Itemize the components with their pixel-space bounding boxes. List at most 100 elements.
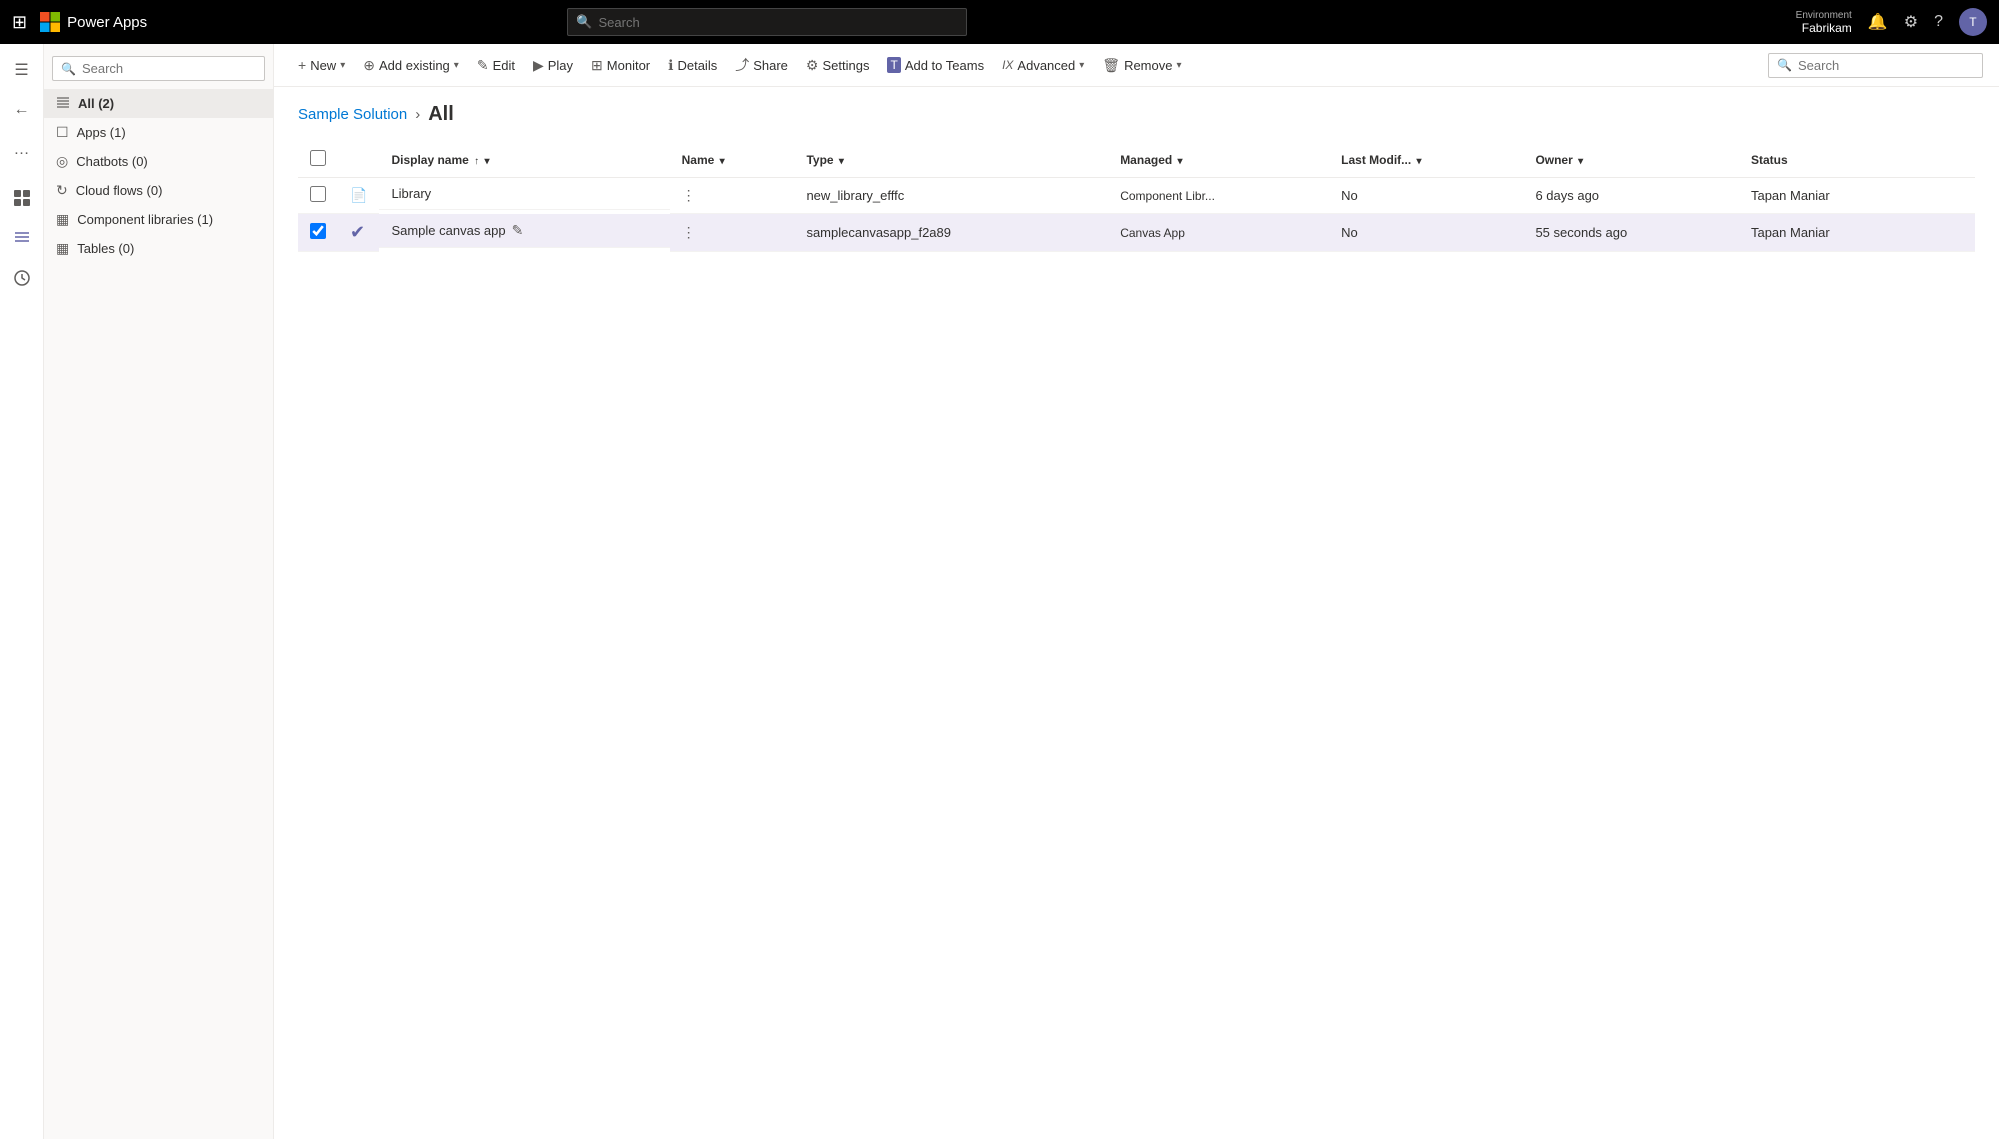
sidebar-component-libraries-icon: ▦ xyxy=(56,211,69,228)
sidebar-item-chatbots[interactable]: ◎ Chatbots (0) xyxy=(44,147,273,176)
sidebar-item-all[interactable]: All (2) xyxy=(44,89,273,118)
row-checkbox[interactable] xyxy=(310,223,326,239)
rail-menu-icon[interactable]: ☰ xyxy=(4,52,40,88)
topbar-search-container[interactable]: 🔍 xyxy=(567,8,967,36)
app-name-label: Power Apps xyxy=(67,14,147,31)
row-status-cell xyxy=(1930,178,1975,214)
managed-label: Managed xyxy=(1120,153,1172,167)
last-modified-filter-icon[interactable]: ▾ xyxy=(1417,156,1422,167)
row-checkbox[interactable] xyxy=(310,186,326,202)
select-all-column-header[interactable] xyxy=(298,142,338,178)
row-managed: No xyxy=(1341,225,1358,240)
column-header-managed[interactable]: Managed ▾ xyxy=(1108,142,1329,178)
row-status-cell xyxy=(1930,214,1975,252)
row-checkbox-cell xyxy=(298,214,338,252)
row-menu-icon[interactable]: ⋮ xyxy=(682,187,696,203)
managed-filter-icon[interactable]: ▾ xyxy=(1178,156,1183,167)
sidebar-item-apps-label: Apps (1) xyxy=(77,125,126,140)
name-filter-icon[interactable]: ▾ xyxy=(720,156,725,167)
sidebar-item-component-libraries[interactable]: ▦ Component libraries (1) xyxy=(44,205,273,234)
toolbar-search-right-input[interactable] xyxy=(1798,58,1974,73)
rail-apps-icon[interactable] xyxy=(4,180,40,216)
new-caret-icon: ▾ xyxy=(340,60,345,71)
rail-history-icon[interactable] xyxy=(4,260,40,296)
notification-icon[interactable]: 🔔 xyxy=(1868,12,1888,32)
environment-name: Fabrikam xyxy=(1802,21,1852,35)
row-edit-icon[interactable]: ✎ xyxy=(512,222,524,239)
row-checkbox-cell xyxy=(298,178,338,214)
column-header-last-modified[interactable]: Last Modif... ▾ xyxy=(1329,142,1523,178)
toolbar-search-right-container[interactable]: 🔍 xyxy=(1768,53,1983,78)
right-panel: + New ▾ ⊕ Add existing ▾ ✎ Edit ▶ Play ⊞… xyxy=(274,44,1999,1139)
monitor-label: Monitor xyxy=(607,58,650,73)
waffle-icon[interactable]: ⊞ xyxy=(12,12,27,33)
row-type-cell: Canvas App xyxy=(1108,214,1329,252)
data-table: Display name ↑ ▾ Name ▾ Type ▾ xyxy=(298,142,1975,252)
settings-icon[interactable]: ⚙ xyxy=(1904,12,1918,32)
row-managed: No xyxy=(1341,188,1358,203)
row-owner-cell: Tapan Maniar xyxy=(1739,178,1930,214)
play-button[interactable]: ▶ Play xyxy=(525,52,581,79)
monitor-button[interactable]: ⊞ Monitor xyxy=(583,52,658,79)
type-label: Type xyxy=(806,153,833,167)
remove-label: Remove xyxy=(1124,58,1172,73)
sidebar-item-tables[interactable]: ▦ Tables (0) xyxy=(44,234,273,263)
sidebar-item-apps[interactable]: ☐ Apps (1) xyxy=(44,118,273,147)
select-all-checkbox[interactable] xyxy=(310,150,326,166)
breadcrumb-separator: › xyxy=(415,106,420,123)
row-display-name-cell: Library xyxy=(379,178,669,210)
new-icon: + xyxy=(298,57,306,73)
add-to-teams-icon: T xyxy=(887,57,900,73)
remove-button[interactable]: 🗑 Remove ▾ xyxy=(1094,52,1189,79)
add-existing-button[interactable]: ⊕ Add existing ▾ xyxy=(355,52,467,79)
new-button[interactable]: + New ▾ xyxy=(290,52,353,78)
share-button[interactable]: ⤴ Share xyxy=(727,50,796,80)
row-type-cell: Component Libr... xyxy=(1108,178,1329,214)
column-header-name[interactable]: Name ▾ xyxy=(670,142,795,178)
display-name-filter-icon[interactable]: ▾ xyxy=(485,156,490,167)
row-name-cell: new_library_efffc xyxy=(794,178,1108,214)
sidebar-search-icon: 🔍 xyxy=(61,62,76,76)
table-row[interactable]: 📄Library⋮new_library_efffcComponent Libr… xyxy=(298,178,1975,214)
owner-filter-icon[interactable]: ▾ xyxy=(1578,156,1583,167)
main-layout: ☰ ← … 🔍 All (2) ☐ Apps (1) ◎ xyxy=(0,44,1999,1139)
settings-button[interactable]: ⚙ Settings xyxy=(798,52,878,79)
details-button[interactable]: ℹ Details xyxy=(660,52,725,79)
sidebar-apps-icon: ☐ xyxy=(56,124,69,141)
advanced-label: Advanced xyxy=(1017,58,1075,73)
add-to-teams-button[interactable]: T Add to Teams xyxy=(879,52,992,78)
avatar[interactable]: T xyxy=(1959,8,1987,36)
toolbar-search-right-icon: 🔍 xyxy=(1777,58,1792,72)
icon-rail: ☰ ← … xyxy=(0,44,44,1139)
rail-back-icon[interactable]: ← xyxy=(4,92,40,128)
row-menu-cell: ⋮ xyxy=(670,214,795,252)
settings-label: Settings xyxy=(822,58,869,73)
edit-button[interactable]: ✎ Edit xyxy=(469,52,523,79)
rail-more-icon[interactable]: … xyxy=(4,132,40,168)
sidebar-search-input[interactable] xyxy=(82,61,258,76)
column-header-type[interactable]: Type ▾ xyxy=(794,142,1108,178)
rail-solutions-icon[interactable] xyxy=(4,220,40,256)
row-menu-icon[interactable]: ⋮ xyxy=(682,224,696,240)
sidebar-item-cloud-flows-label: Cloud flows (0) xyxy=(76,183,163,198)
sidebar-search-container[interactable]: 🔍 xyxy=(52,56,265,81)
column-header-status: Status xyxy=(1739,142,1930,178)
breadcrumb: Sample Solution › All xyxy=(298,103,1975,126)
table-row[interactable]: ✔Sample canvas app✎⋮samplecanvasapp_f2a8… xyxy=(298,214,1975,252)
breadcrumb-parent-link[interactable]: Sample Solution xyxy=(298,106,407,123)
details-label: Details xyxy=(677,58,717,73)
topbar-search-input[interactable] xyxy=(599,15,959,30)
topbar: ⊞ Power Apps 🔍 Environment Fabrikam 🔔 ⚙ … xyxy=(0,0,1999,44)
sidebar-item-cloud-flows[interactable]: ↻ Cloud flows (0) xyxy=(44,176,273,205)
row-last-modified-cell: 6 days ago xyxy=(1523,178,1739,214)
row-icon-cell: ✔ xyxy=(338,214,379,252)
add-existing-label: Add existing xyxy=(379,58,450,73)
advanced-button[interactable]: IX Advanced ▾ xyxy=(994,53,1092,78)
type-filter-icon[interactable]: ▾ xyxy=(839,156,844,167)
column-header-owner[interactable]: Owner ▾ xyxy=(1523,142,1739,178)
sidebar-cloud-flows-icon: ↻ xyxy=(56,182,68,199)
help-icon[interactable]: ? xyxy=(1934,13,1943,31)
column-header-display-name[interactable]: Display name ↑ ▾ xyxy=(379,142,669,178)
sidebar: 🔍 All (2) ☐ Apps (1) ◎ Chatbots (0) ↻ Cl… xyxy=(44,44,274,1139)
content-area: Sample Solution › All Display name ↑ xyxy=(274,87,1999,1139)
